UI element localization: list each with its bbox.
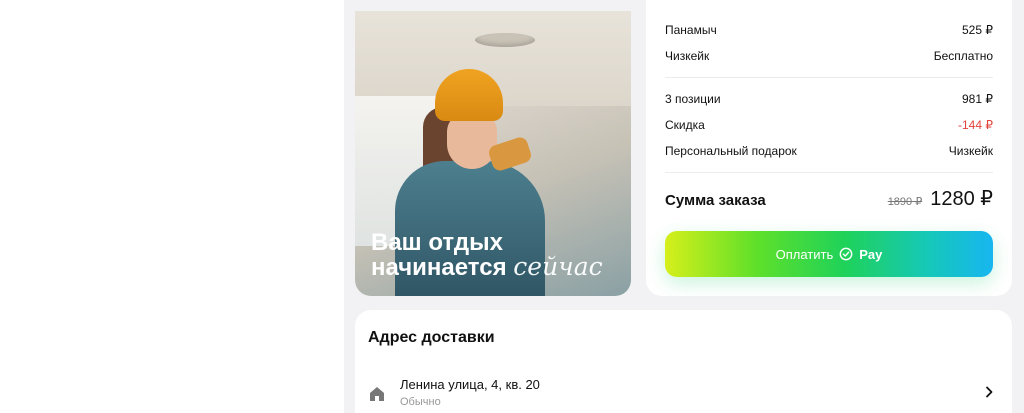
summary-divider xyxy=(665,172,993,173)
summary-item-row: Чизкейк Бесплатно xyxy=(665,49,993,63)
chevron-right-icon[interactable] xyxy=(984,386,994,398)
summary-item-row: Панамыч 525 ₽ xyxy=(665,23,993,37)
promo-photo-lamp xyxy=(475,33,535,47)
address-street[interactable]: Ленина улица, 4, кв. 20 xyxy=(400,377,540,392)
address-heading: Адрес доставки xyxy=(368,329,495,346)
discount-value: -144 ₽ xyxy=(958,118,993,132)
promo-title-script: сейчас xyxy=(513,252,603,281)
summary-item-value: Бесплатно xyxy=(933,49,993,63)
summary-line-row: Скидка -144 ₽ xyxy=(665,118,993,132)
new-price: 1280 ₽ xyxy=(930,188,993,210)
order-total-label: Сумма заказа xyxy=(665,192,766,209)
summary-line-row: 3 позиции 981 ₽ xyxy=(665,92,993,106)
check-circle-icon xyxy=(839,247,853,261)
summary-line-row: Персональный подарок Чизкейк xyxy=(665,144,993,158)
old-price: 1890 ₽ xyxy=(887,196,923,208)
summary-line-name: Скидка xyxy=(665,118,705,132)
promo-title: Ваш отдых начинается сейчас xyxy=(371,231,603,280)
summary-line-value: 981 ₽ xyxy=(962,92,993,106)
summary-line-value: Чизкейк xyxy=(948,144,993,158)
summary-divider xyxy=(665,77,993,78)
pay-brand-label: Pay xyxy=(859,246,883,262)
promo-title-line2: начинается xyxy=(371,254,507,281)
summary-line-name: 3 позиции xyxy=(665,92,721,106)
summary-item-name: Чизкейк xyxy=(665,49,710,63)
order-total: Сумма заказа 1890 ₽ 1280 ₽ xyxy=(665,186,993,211)
promo-banner[interactable]: Ваш отдых начинается сейчас xyxy=(355,11,631,296)
summary-item-name: Панамыч xyxy=(665,23,717,37)
pay-button[interactable]: Оплатить Pay xyxy=(665,231,993,277)
summary-item-value: 525 ₽ xyxy=(962,23,993,37)
home-icon xyxy=(370,387,384,401)
summary-line-name: Персональный подарок xyxy=(665,144,797,158)
pay-button-label: Оплатить xyxy=(775,246,834,262)
address-note: Обычно xyxy=(400,396,441,408)
delivery-address-card: Адрес доставки Ленина улица, 4, кв. 20 О… xyxy=(355,310,1012,413)
order-summary-card: Панамыч 525 ₽ Чизкейк Бесплатно 3 позици… xyxy=(646,0,1012,296)
